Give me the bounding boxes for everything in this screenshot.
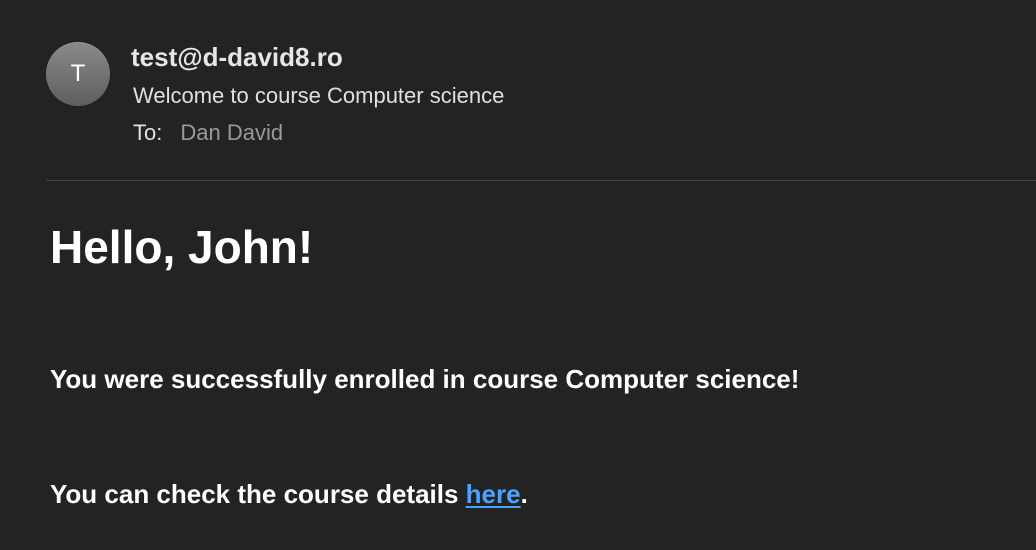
details-suffix: . [520, 479, 528, 509]
sender-email[interactable]: test@d-david8.ro [131, 41, 343, 73]
course-details-link[interactable]: here [466, 479, 521, 509]
avatar-initial: T [70, 60, 86, 87]
message-body: Hello, John! You were successfully enrol… [0, 181, 1036, 550]
recipient-name[interactable]: Dan David [180, 119, 283, 147]
details-prefix: You can check the course details [50, 479, 466, 509]
course-details-message: You can check the course details here. [50, 478, 528, 510]
recipient-line: To: Dan David [133, 119, 283, 147]
greeting-heading: Hello, John! [50, 221, 314, 273]
sender-avatar[interactable]: T [46, 42, 110, 106]
email-header: T test@d-david8.ro Welcome to course Com… [0, 0, 1036, 181]
email-subject: Welcome to course Computer science [133, 83, 505, 108]
to-label: To: [133, 120, 163, 145]
enrollment-message: You were successfully enrolled in course… [50, 364, 800, 394]
